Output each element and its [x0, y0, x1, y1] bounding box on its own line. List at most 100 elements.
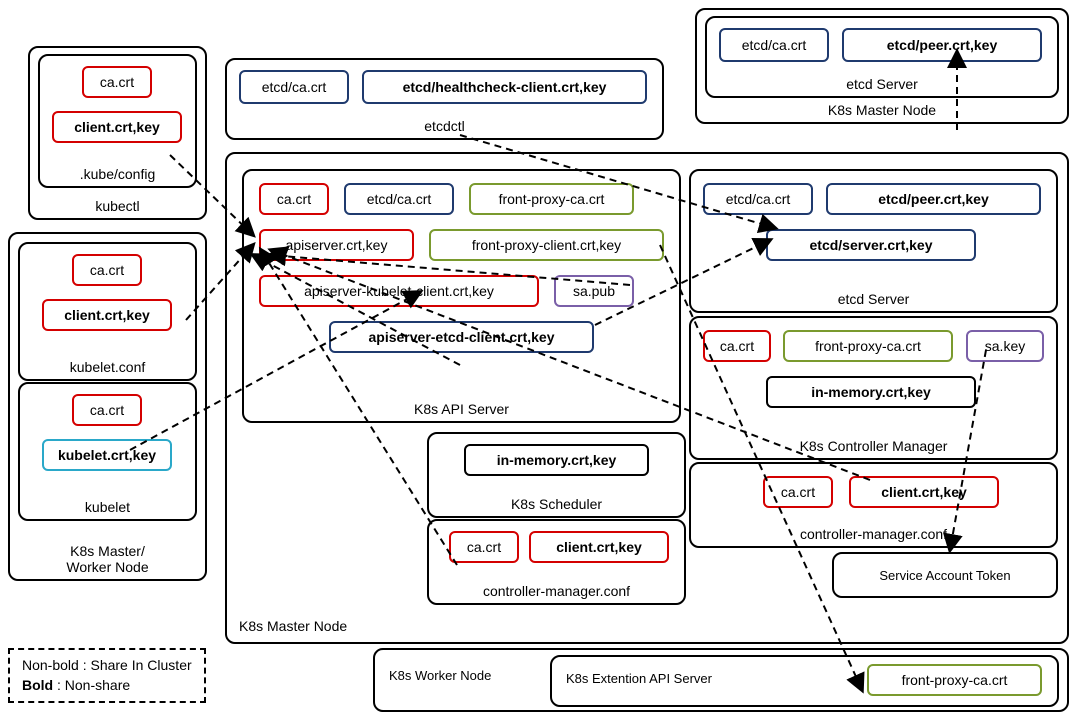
- cert-label: etcd/server.crt,key: [810, 237, 933, 253]
- label: K8s Worker Node: [389, 668, 491, 683]
- cert-label: etcd/ca.crt: [742, 37, 807, 53]
- kubelet-conf: ca.crt client.crt,key kubelet.conf: [18, 242, 197, 381]
- top-master-node: etcd/ca.crt etcd/peer.crt,key etcd Serve…: [695, 8, 1069, 124]
- cert-label: etcd/ca.crt: [726, 191, 791, 207]
- etcdctl-node: etcd/ca.crt etcd/healthcheck-client.crt,…: [225, 58, 664, 140]
- label: .kube/config: [40, 166, 195, 182]
- cert-etcd-ca: etcd/ca.crt: [239, 70, 349, 104]
- cert-label: ca.crt: [100, 74, 134, 90]
- cert-label: sa.pub: [573, 283, 615, 299]
- cert-label: kubelet.crt,key: [58, 447, 156, 463]
- label: K8s Master/ Worker Node: [10, 543, 205, 575]
- cert-label: etcd/peer.crt,key: [887, 37, 998, 53]
- sched-conf: ca.crt client.crt,key controller-manager…: [427, 519, 686, 605]
- api-server: ca.crt etcd/ca.crt front-proxy-ca.crt ap…: [242, 169, 681, 423]
- cm-conf-ca: ca.crt: [763, 476, 833, 508]
- label: controller-manager.conf: [429, 583, 684, 599]
- label: K8s API Server: [244, 401, 679, 417]
- label: kubectl: [30, 198, 205, 214]
- cm-conf: ca.crt client.crt,key controller-manager…: [689, 462, 1058, 548]
- cm-inmem: in-memory.crt,key: [766, 376, 976, 408]
- label: K8s Scheduler: [429, 496, 684, 512]
- etcd-ca: etcd/ca.crt: [703, 183, 813, 215]
- cert-ca1: ca.crt: [72, 254, 142, 286]
- etcd-server-cert: etcd/server.crt,key: [766, 229, 976, 261]
- api-sa-pub: sa.pub: [554, 275, 634, 307]
- label: K8s Master Node: [697, 102, 1067, 118]
- cert-etcd-peer: etcd/peer.crt,key: [842, 28, 1042, 62]
- scheduler: in-memory.crt,key K8s Scheduler: [427, 432, 686, 518]
- sched-inmem: in-memory.crt,key: [464, 444, 649, 476]
- label: K8s Extention API Server: [566, 671, 712, 686]
- cm-ca: ca.crt: [703, 330, 771, 362]
- label: Service Account Token: [879, 568, 1010, 583]
- cert-kubelet: kubelet.crt,key: [42, 439, 172, 471]
- sched-conf-client: client.crt,key: [529, 531, 669, 563]
- cert-label: front-proxy-client.crt,key: [472, 237, 621, 253]
- cert-ca: ca.crt: [82, 66, 152, 98]
- cert-label: front-proxy-ca.crt: [902, 672, 1008, 688]
- worker-node: K8s Worker Node K8s Extention API Server…: [373, 648, 1069, 712]
- cert-etcd-ca: etcd/ca.crt: [719, 28, 829, 62]
- kubectl-node: ca.crt client.crt,key .kube/config kubec…: [28, 46, 207, 220]
- cert-label: ca.crt: [781, 484, 815, 500]
- cert-client: client.crt,key: [42, 299, 172, 331]
- cert-label: in-memory.crt,key: [811, 384, 931, 400]
- legend-line2: Bold : Non-share: [22, 676, 192, 696]
- controller-manager: ca.crt front-proxy-ca.crt sa.key in-memo…: [689, 316, 1058, 460]
- cert-label: ca.crt: [90, 262, 124, 278]
- cert-label: front-proxy-ca.crt: [499, 191, 605, 207]
- cert-label: etcd/peer.crt,key: [878, 191, 989, 207]
- cert-label: ca.crt: [720, 338, 754, 354]
- top-etcd-server: etcd/ca.crt etcd/peer.crt,key etcd Serve…: [705, 16, 1059, 98]
- label: kubelet.conf: [20, 359, 195, 375]
- api-etcd-ca: etcd/ca.crt: [344, 183, 454, 215]
- api-fp-client: front-proxy-client.crt,key: [429, 229, 664, 261]
- kubeconfig: ca.crt client.crt,key .kube/config: [38, 54, 197, 188]
- api-fp-ca: front-proxy-ca.crt: [469, 183, 634, 215]
- cert-label: front-proxy-ca.crt: [815, 338, 921, 354]
- cert-label: in-memory.crt,key: [497, 452, 617, 468]
- cert-label: ca.crt: [467, 539, 501, 555]
- cert-hc-client: etcd/healthcheck-client.crt,key: [362, 70, 647, 104]
- cert-label: ca.crt: [277, 191, 311, 207]
- label: kubelet: [20, 499, 195, 515]
- cert-label: etcd/healthcheck-client.crt,key: [403, 79, 607, 95]
- api-kubelet-client: apiserver-kubelet-client.crt,key: [259, 275, 539, 307]
- kubelet: ca.crt kubelet.crt,key kubelet: [18, 382, 197, 521]
- ext-api: K8s Extention API Server front-proxy-ca.…: [550, 655, 1059, 707]
- fp-ca: front-proxy-ca.crt: [867, 664, 1042, 696]
- etcd-server: etcd/ca.crt etcd/peer.crt,key etcd/serve…: [689, 169, 1058, 313]
- cert-label: client.crt,key: [556, 539, 642, 555]
- master-node: K8s Master Node ca.crt etcd/ca.crt front…: [225, 152, 1069, 644]
- cert-label: client.crt,key: [74, 119, 160, 135]
- cert-ca2: ca.crt: [72, 394, 142, 426]
- cm-conf-client: client.crt,key: [849, 476, 999, 508]
- etcd-peer: etcd/peer.crt,key: [826, 183, 1041, 215]
- mw-node: ca.crt client.crt,key kubelet.conf ca.cr…: [8, 232, 207, 581]
- label: controller-manager.conf: [691, 526, 1056, 542]
- cert-label: apiserver.crt,key: [286, 237, 388, 253]
- label: K8s Master Node: [239, 618, 1067, 634]
- cm-sa-key: sa.key: [966, 330, 1044, 362]
- cert-label: client.crt,key: [881, 484, 967, 500]
- cert-label: etcd/ca.crt: [262, 79, 327, 95]
- sched-conf-ca: ca.crt: [449, 531, 519, 563]
- cert-label: apiserver-kubelet-client.crt,key: [304, 283, 494, 299]
- cert-client: client.crt,key: [52, 111, 182, 143]
- label: etcd Server: [707, 76, 1057, 92]
- label: K8s Controller Manager: [691, 438, 1056, 454]
- cert-label: apiserver-etcd-client.crt,key: [369, 329, 555, 345]
- cert-label: sa.key: [985, 338, 1025, 354]
- api-ca: ca.crt: [259, 183, 329, 215]
- cm-fp-ca: front-proxy-ca.crt: [783, 330, 953, 362]
- sat: Service Account Token: [832, 552, 1058, 598]
- api-etcd-client: apiserver-etcd-client.crt,key: [329, 321, 594, 353]
- legend: Non-bold : Share In Cluster Bold : Non-s…: [8, 648, 206, 703]
- legend-line1: Non-bold : Share In Cluster: [22, 656, 192, 676]
- cert-label: client.crt,key: [64, 307, 150, 323]
- label: etcd Server: [691, 291, 1056, 307]
- api-apiserver: apiserver.crt,key: [259, 229, 414, 261]
- cert-label: ca.crt: [90, 402, 124, 418]
- cert-label: etcd/ca.crt: [367, 191, 432, 207]
